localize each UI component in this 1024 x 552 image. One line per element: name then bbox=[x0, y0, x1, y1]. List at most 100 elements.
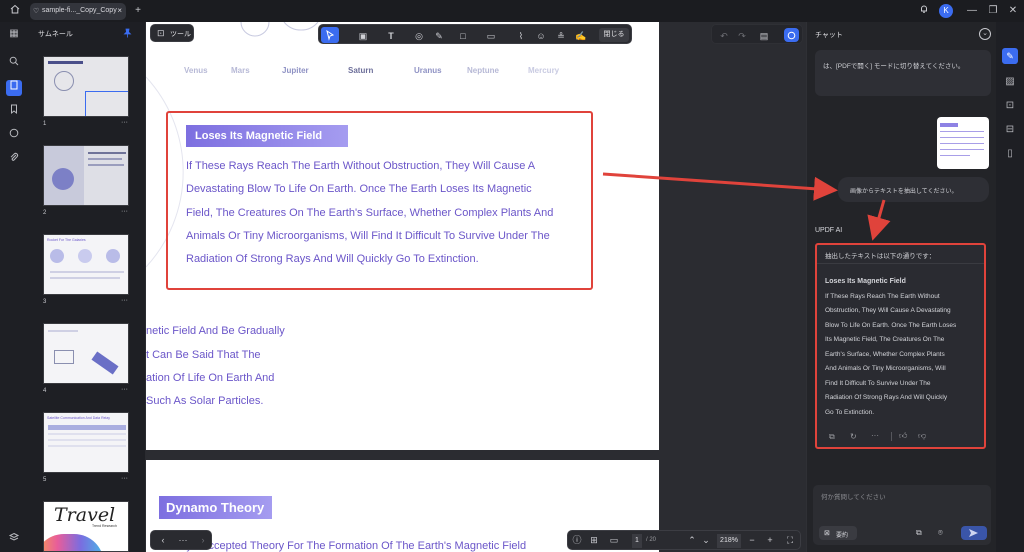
planet-label: Uranus bbox=[414, 66, 442, 75]
thumbs-up-icon[interactable]: 👍︎ bbox=[899, 431, 907, 441]
thumb-more-icon[interactable]: ··· bbox=[121, 208, 128, 215]
pin-icon[interactable] bbox=[123, 28, 133, 38]
chat-menu-icon[interactable]: ⌄ bbox=[979, 28, 991, 40]
page-thumbnail[interactable]: Travel Trend Research bbox=[43, 501, 129, 552]
add-tab-icon[interactable]: + bbox=[131, 4, 145, 18]
divider bbox=[817, 263, 984, 264]
page-up-icon[interactable]: ⌃ bbox=[686, 534, 698, 546]
answer-line: Go To Extinction. bbox=[825, 409, 875, 416]
protect-icon[interactable]: ⊟ bbox=[1002, 122, 1018, 138]
prev-icon[interactable]: ‹ bbox=[157, 534, 169, 546]
page-thumbnail[interactable] bbox=[43, 56, 129, 117]
text-tool-icon[interactable]: T bbox=[385, 30, 397, 42]
fullscreen-icon[interactable]: ⛶ bbox=[784, 534, 796, 546]
bookmark-icon[interactable] bbox=[6, 104, 22, 120]
page-down-icon[interactable]: ⌄ bbox=[700, 534, 712, 546]
select-tool[interactable] bbox=[321, 27, 339, 43]
paragraph-fragment: ation Of Life On Earth And bbox=[146, 372, 275, 384]
page-thumbnail[interactable]: Rocket For The Galaxies bbox=[43, 234, 129, 295]
toolbox-icon: ⊡ bbox=[157, 28, 165, 38]
home-icon[interactable] bbox=[8, 4, 22, 18]
chat-input[interactable]: 何か質問してください ⊠ 要約 ⧉ ⌾ bbox=[813, 485, 991, 545]
text-recognition-icon[interactable]: ⊡ bbox=[1002, 98, 1018, 114]
note-icon[interactable]: ◎ bbox=[413, 30, 425, 42]
close-toolbar-button[interactable]: 閉じる bbox=[599, 28, 629, 42]
section-heading: Loses Its Magnetic Field bbox=[186, 125, 348, 147]
thumb-line bbox=[48, 439, 126, 441]
planet-label: Mars bbox=[231, 66, 250, 75]
comment-icon[interactable] bbox=[6, 128, 22, 144]
table-icon[interactable]: ▭ bbox=[485, 30, 497, 42]
regenerate-icon[interactable]: ↻ bbox=[850, 432, 857, 441]
ai-chat-tab-icon[interactable]: ✎ bbox=[1002, 48, 1018, 64]
minimize-icon[interactable]: — bbox=[965, 4, 979, 18]
attach-icon[interactable]: ⌇ bbox=[515, 30, 527, 42]
save-icon[interactable]: ▤ bbox=[758, 30, 770, 42]
thumbs-down-icon[interactable]: 👎︎ bbox=[918, 431, 926, 441]
layers-icon[interactable] bbox=[6, 532, 22, 548]
thumbnails-icon[interactable] bbox=[6, 80, 22, 96]
avatar[interactable]: K bbox=[939, 4, 953, 18]
thumb-more-icon[interactable]: ··· bbox=[121, 386, 128, 393]
more-icon[interactable]: ··· bbox=[177, 534, 189, 546]
bell-icon[interactable] bbox=[917, 4, 931, 18]
planet-label: Venus bbox=[184, 66, 208, 75]
page-thumbnail[interactable] bbox=[43, 145, 129, 206]
ai-answer: 抽出したテキストは以下の通りです： Loses Its Magnetic Fie… bbox=[815, 243, 986, 449]
maximize-icon[interactable]: ❐ bbox=[986, 4, 1000, 18]
zoom-level[interactable]: 218% bbox=[717, 534, 741, 548]
stamp-icon[interactable]: ≗ bbox=[555, 30, 567, 42]
doc-controls: ↶ ↷ ▤ bbox=[711, 24, 803, 44]
thumb-more-icon[interactable]: ··· bbox=[121, 297, 128, 304]
mode-button[interactable]: ⊠ 要約 bbox=[819, 526, 857, 540]
more-icon[interactable]: ··· bbox=[871, 431, 879, 440]
ai-assistant-icon[interactable] bbox=[784, 28, 799, 42]
window-close-icon[interactable]: ✕ bbox=[1006, 4, 1020, 18]
chat-panel: チャット ⌄ は、[PDFで開く] モードに切り替えてください。 画像からテキス… bbox=[806, 22, 996, 552]
next-icon[interactable]: › bbox=[197, 534, 209, 546]
undo-icon[interactable]: ↶ bbox=[718, 30, 730, 42]
shape-icon[interactable]: □ bbox=[457, 30, 469, 42]
close-icon[interactable]: × bbox=[117, 6, 122, 15]
page-thumbnail[interactable] bbox=[43, 323, 129, 384]
answer-line: Earth's Surface, Whether Complex Plants bbox=[825, 351, 945, 358]
summary-icon: ⊠ bbox=[824, 530, 830, 537]
thumb-page-number: 5 bbox=[43, 477, 47, 483]
page-thumbnail[interactable]: Satellite Communication And Data Relay bbox=[43, 412, 129, 473]
search-icon[interactable] bbox=[6, 56, 22, 72]
text-box-icon[interactable]: ▣ bbox=[357, 30, 369, 42]
pen-icon[interactable]: ✎ bbox=[433, 30, 445, 42]
zoom-in-icon[interactable]: + bbox=[764, 534, 776, 546]
fit-page-icon[interactable]: ⊞ bbox=[588, 534, 600, 546]
thumb-more-icon[interactable]: ··· bbox=[121, 119, 128, 126]
zoom-out-icon[interactable]: − bbox=[746, 534, 758, 546]
screenshot-icon[interactable]: ⌾ bbox=[938, 528, 943, 538]
image-upload-icon[interactable]: ⧉ bbox=[916, 528, 922, 538]
document-tab[interactable]: ♡ sample-fi..._Copy_Copy × bbox=[30, 3, 126, 20]
attached-image[interactable] bbox=[937, 117, 989, 169]
image-tool-icon[interactable]: ▨ bbox=[1002, 74, 1018, 90]
thumb-page-number: 2 bbox=[43, 210, 47, 216]
thumb-page-number: 1 bbox=[43, 121, 47, 127]
thumb-more-icon[interactable]: ··· bbox=[121, 475, 128, 482]
page-number-input[interactable]: 1 bbox=[632, 534, 642, 548]
thumb-line bbox=[88, 164, 124, 166]
thumb-diagram bbox=[54, 350, 74, 364]
book-icon[interactable]: ▯ bbox=[1002, 146, 1018, 162]
tools-button[interactable]: ⊡ ツール bbox=[150, 24, 194, 42]
image-line bbox=[940, 155, 970, 156]
divider bbox=[891, 432, 892, 441]
presentation-icon[interactable]: ▭ bbox=[608, 534, 620, 546]
paragraph-fragment: Such As Solar Particles. bbox=[146, 395, 264, 407]
title-bar: ♡ sample-fi..._Copy_Copy × + K — ❐ ✕ bbox=[0, 0, 1024, 22]
copy-icon[interactable]: ⧉ bbox=[829, 432, 835, 442]
grid-icon[interactable]: ▦ bbox=[6, 26, 22, 42]
redo-icon[interactable]: ↷ bbox=[736, 30, 748, 42]
thumb-rainbow bbox=[44, 534, 104, 551]
avatar-letter: K bbox=[943, 6, 949, 15]
sticker-icon[interactable]: ☺ bbox=[535, 30, 547, 42]
send-button[interactable] bbox=[961, 526, 987, 540]
info-icon[interactable]: ⓘ bbox=[571, 534, 583, 546]
attachment-icon[interactable] bbox=[6, 152, 22, 168]
signature-icon[interactable]: ✍ bbox=[575, 30, 587, 42]
